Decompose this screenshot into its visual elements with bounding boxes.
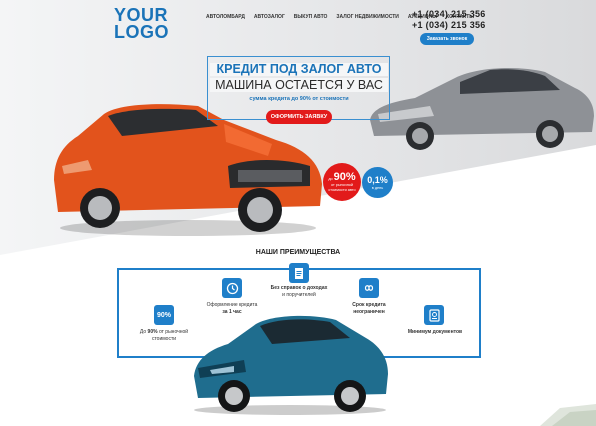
clock-icon <box>222 278 242 298</box>
landing-page: YOUR LOGO АВТОЛОМБАРД АВТОЗАЛОГ ВЫКУП АВ… <box>0 0 596 426</box>
advantage-no-certificates: Без справок о доходах и поручителей <box>262 285 336 299</box>
advantage-prefix: До <box>139 329 148 335</box>
passport-icon <box>424 305 444 325</box>
badge-caption: от рыночной стоимости авто <box>328 183 356 192</box>
logo[interactable]: YOUR LOGO <box>114 6 169 42</box>
badge-value: 90% <box>333 171 356 183</box>
advantage-line-1: Без справок о доходах <box>270 285 328 291</box>
document-icon <box>289 263 309 283</box>
phone-number-2[interactable]: +1 (034) 215 356 <box>412 20 486 31</box>
advantages-title: НАШИ ПРЕИМУЩЕСТВА <box>255 249 341 256</box>
badge-prefix: до <box>328 177 333 181</box>
nav-item-car-buyout[interactable]: ВЫКУП АВТО <box>294 14 328 20</box>
rate-caption: в день <box>371 185 384 190</box>
callback-button[interactable]: Заказать звонок <box>420 33 474 45</box>
advantage-line-2: и поручителей <box>282 292 316 298</box>
nav-item-car-pledge[interactable]: АВТОЗАЛОГ <box>254 14 285 20</box>
advantage-line-1: Срок кредита <box>352 302 386 308</box>
money-image <box>540 404 596 426</box>
hero-title-line-2: МАШИНА ОСТАЕТСЯ У ВАС <box>210 78 388 92</box>
advantage-line-1: Оформление кредита <box>206 302 258 308</box>
advantage-suffix: от рыночной <box>157 329 189 335</box>
percent-icon: 90% <box>154 305 174 325</box>
infinity-icon <box>359 278 379 298</box>
advantage-line-2: стоимости <box>151 336 177 342</box>
blue-suv-image <box>194 315 388 415</box>
apply-button[interactable]: ОФОРМИТЬ ЗАЯВКУ <box>266 110 332 124</box>
advantage-bold-value: 90% <box>147 329 158 335</box>
hero-subtitle: сумма кредита до 90% от стоимости <box>249 96 349 102</box>
daily-rate-badge: 0,1% в день <box>362 167 393 198</box>
phone-block: +1 (034) 215 356 +1 (034) 215 356 <box>412 9 486 31</box>
nav-item-real-estate[interactable]: ЗАЛОГ НЕДВИЖИМОСТИ <box>336 14 398 20</box>
advantage-line-1: Минимум документов <box>407 329 463 335</box>
loan-percent-badge: до 90% от рыночной стоимости авто <box>323 163 361 201</box>
rate-value: 0,1% <box>367 174 388 185</box>
grey-sedan-image <box>370 68 594 150</box>
phone-number-1[interactable]: +1 (034) 215 356 <box>412 9 486 20</box>
logo-line-2: LOGO <box>114 22 169 42</box>
hero-title-line-1: КРЕДИТ ПОД ЗАЛОГ АВТО <box>210 63 388 76</box>
nav-item-pawnshop[interactable]: АВТОЛОМБАРД <box>206 14 245 20</box>
advantage-min-documents: Минимум документов <box>400 329 470 336</box>
